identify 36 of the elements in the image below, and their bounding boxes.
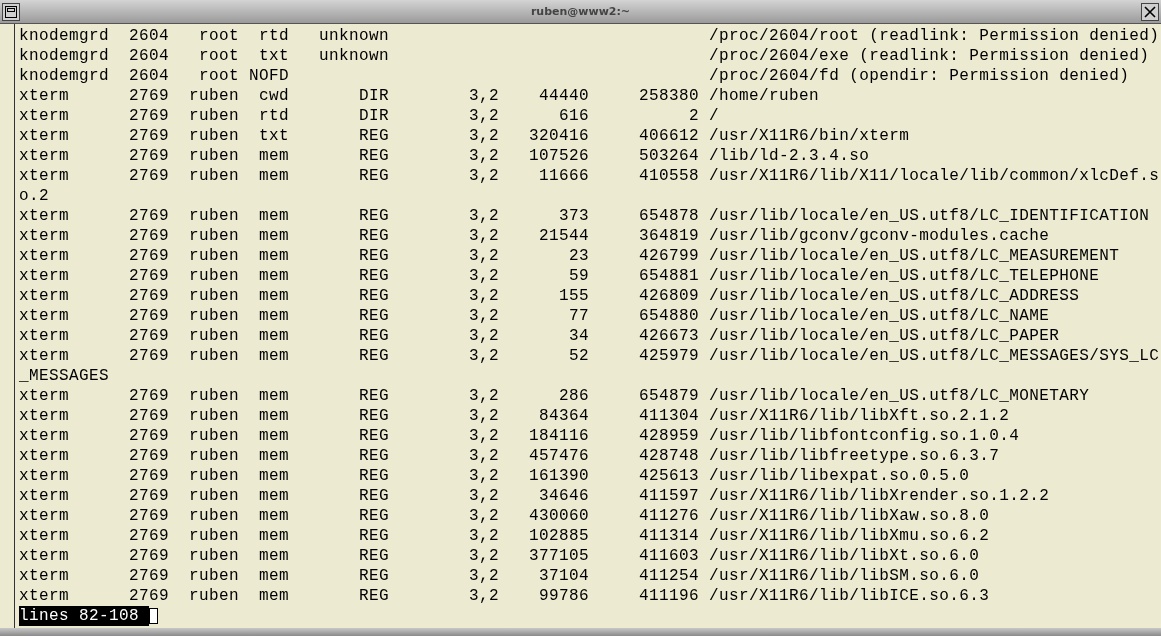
terminal-line: xterm 2769 ruben cwd DIR 3,2 44440 258380 /home/ruben xyxy=(19,86,821,106)
window-title: ruben@www2:~ xyxy=(530,5,631,18)
terminal-line: xterm 2769 ruben mem REG 3,2 373 654878 /usr/lib/locale/en_US.utf8/LC_IDENTIFICATION xyxy=(19,206,1151,226)
terminal-line: xterm 2769 ruben mem REG 3,2 99786 411196 /usr/X11R6/lib/libICE.so.6.3 xyxy=(19,586,991,606)
terminal-line: xterm 2769 ruben mem REG 3,2 155 426809 /usr/lib/locale/en_US.utf8/LC_ADDRESS xyxy=(19,286,1081,306)
terminal-line: xterm 2769 ruben mem REG 3,2 37104 411254 /usr/X11R6/lib/libSM.so.6.0 xyxy=(19,566,981,586)
terminal-line: knodemgrd 2604 root txt unknown /proc/2604/exe (readlink: Permission denied) xyxy=(19,46,1151,66)
terminal-line: knodemgrd 2604 root NOFD /proc/2604/fd (opendir: Permission denied) xyxy=(19,66,1131,86)
terminal-line: xterm 2769 ruben mem REG 3,2 77 654880 /usr/lib/locale/en_US.utf8/LC_NAME xyxy=(19,306,1051,326)
terminal-line: xterm 2769 ruben mem REG 3,2 59 654881 /usr/lib/locale/en_US.utf8/LC_TELEPHONE xyxy=(19,266,1101,286)
terminal-line: xterm 2769 ruben mem REG 3,2 377105 411603 /usr/X11R6/lib/libXt.so.6.0 xyxy=(19,546,981,566)
terminal-line: xterm 2769 ruben mem REG 3,2 457476 428748 /usr/lib/libfreetype.so.6.3.7 xyxy=(19,446,1001,466)
terminal-line: o.2 xyxy=(19,186,50,206)
terminal-line: xterm 2769 ruben mem REG 3,2 286 654879 /usr/lib/locale/en_US.utf8/LC_MONETARY xyxy=(19,386,1091,406)
terminal-line: xterm 2769 ruben mem REG 3,2 107526 503264 /lib/ld-2.3.4.so xyxy=(19,146,871,166)
window-menu-button[interactable] xyxy=(2,2,20,21)
cursor-icon xyxy=(149,608,159,624)
terminal-line: _MESSAGES xyxy=(19,366,110,386)
pager-prompt: lines 82-108 xyxy=(19,606,150,626)
terminal-line: xterm 2769 ruben mem REG 3,2 11666 410558 /usr/X11R6/lib/X11/locale/lib/common/xlcDef.s xyxy=(19,166,1160,186)
terminal-line: knodemgrd 2604 root rtd unknown /proc/2604/root (readlink: Permission denied) xyxy=(19,26,1160,46)
terminal-line: xterm 2769 ruben mem REG 3,2 84364 411304 /usr/X11R6/lib/libXft.so.2.1.2 xyxy=(19,406,1011,426)
terminal-line: xterm 2769 ruben mem REG 3,2 34646 411597 /usr/X11R6/lib/libXrender.so.1.2.2 xyxy=(19,486,1051,506)
terminal-line: xterm 2769 ruben mem REG 3,2 161390 425613 /usr/lib/libexpat.so.0.5.0 xyxy=(19,466,971,486)
terminal-line: xterm 2769 ruben mem REG 3,2 34 426673 /usr/lib/locale/en_US.utf8/LC_PAPER xyxy=(19,326,1061,346)
terminal-line: xterm 2769 ruben mem REG 3,2 21544 364819 /usr/lib/gconv/gconv-modules.cache xyxy=(19,226,1051,246)
close-icon xyxy=(1144,5,1156,18)
terminal-line: xterm 2769 ruben mem REG 3,2 102885 411314 /usr/X11R6/lib/libXmu.so.6.2 xyxy=(19,526,991,546)
terminal-line: xterm 2769 ruben mem REG 3,2 430060 411276 /usr/X11R6/lib/libXaw.so.8.0 xyxy=(19,506,991,526)
terminal-line: xterm 2769 ruben txt REG 3,2 320416 406612 /usr/X11R6/bin/xterm xyxy=(19,126,911,146)
terminal-line: xterm 2769 ruben mem REG 3,2 184116 428959 /usr/lib/libfontconfig.so.1.0.4 xyxy=(19,426,1021,446)
terminal-line: xterm 2769 ruben mem REG 3,2 52 425979 /usr/lib/locale/en_US.utf8/LC_MESSAGES/SYS_LC xyxy=(19,346,1160,366)
terminal-line: xterm 2769 ruben mem REG 3,2 23 426799 /usr/lib/locale/en_US.utf8/LC_MEASUREMENT xyxy=(19,246,1121,266)
close-button[interactable] xyxy=(1141,2,1159,21)
terminal-line: xterm 2769 ruben rtd DIR 3,2 616 2 / xyxy=(19,106,721,126)
window-icon xyxy=(5,5,17,18)
